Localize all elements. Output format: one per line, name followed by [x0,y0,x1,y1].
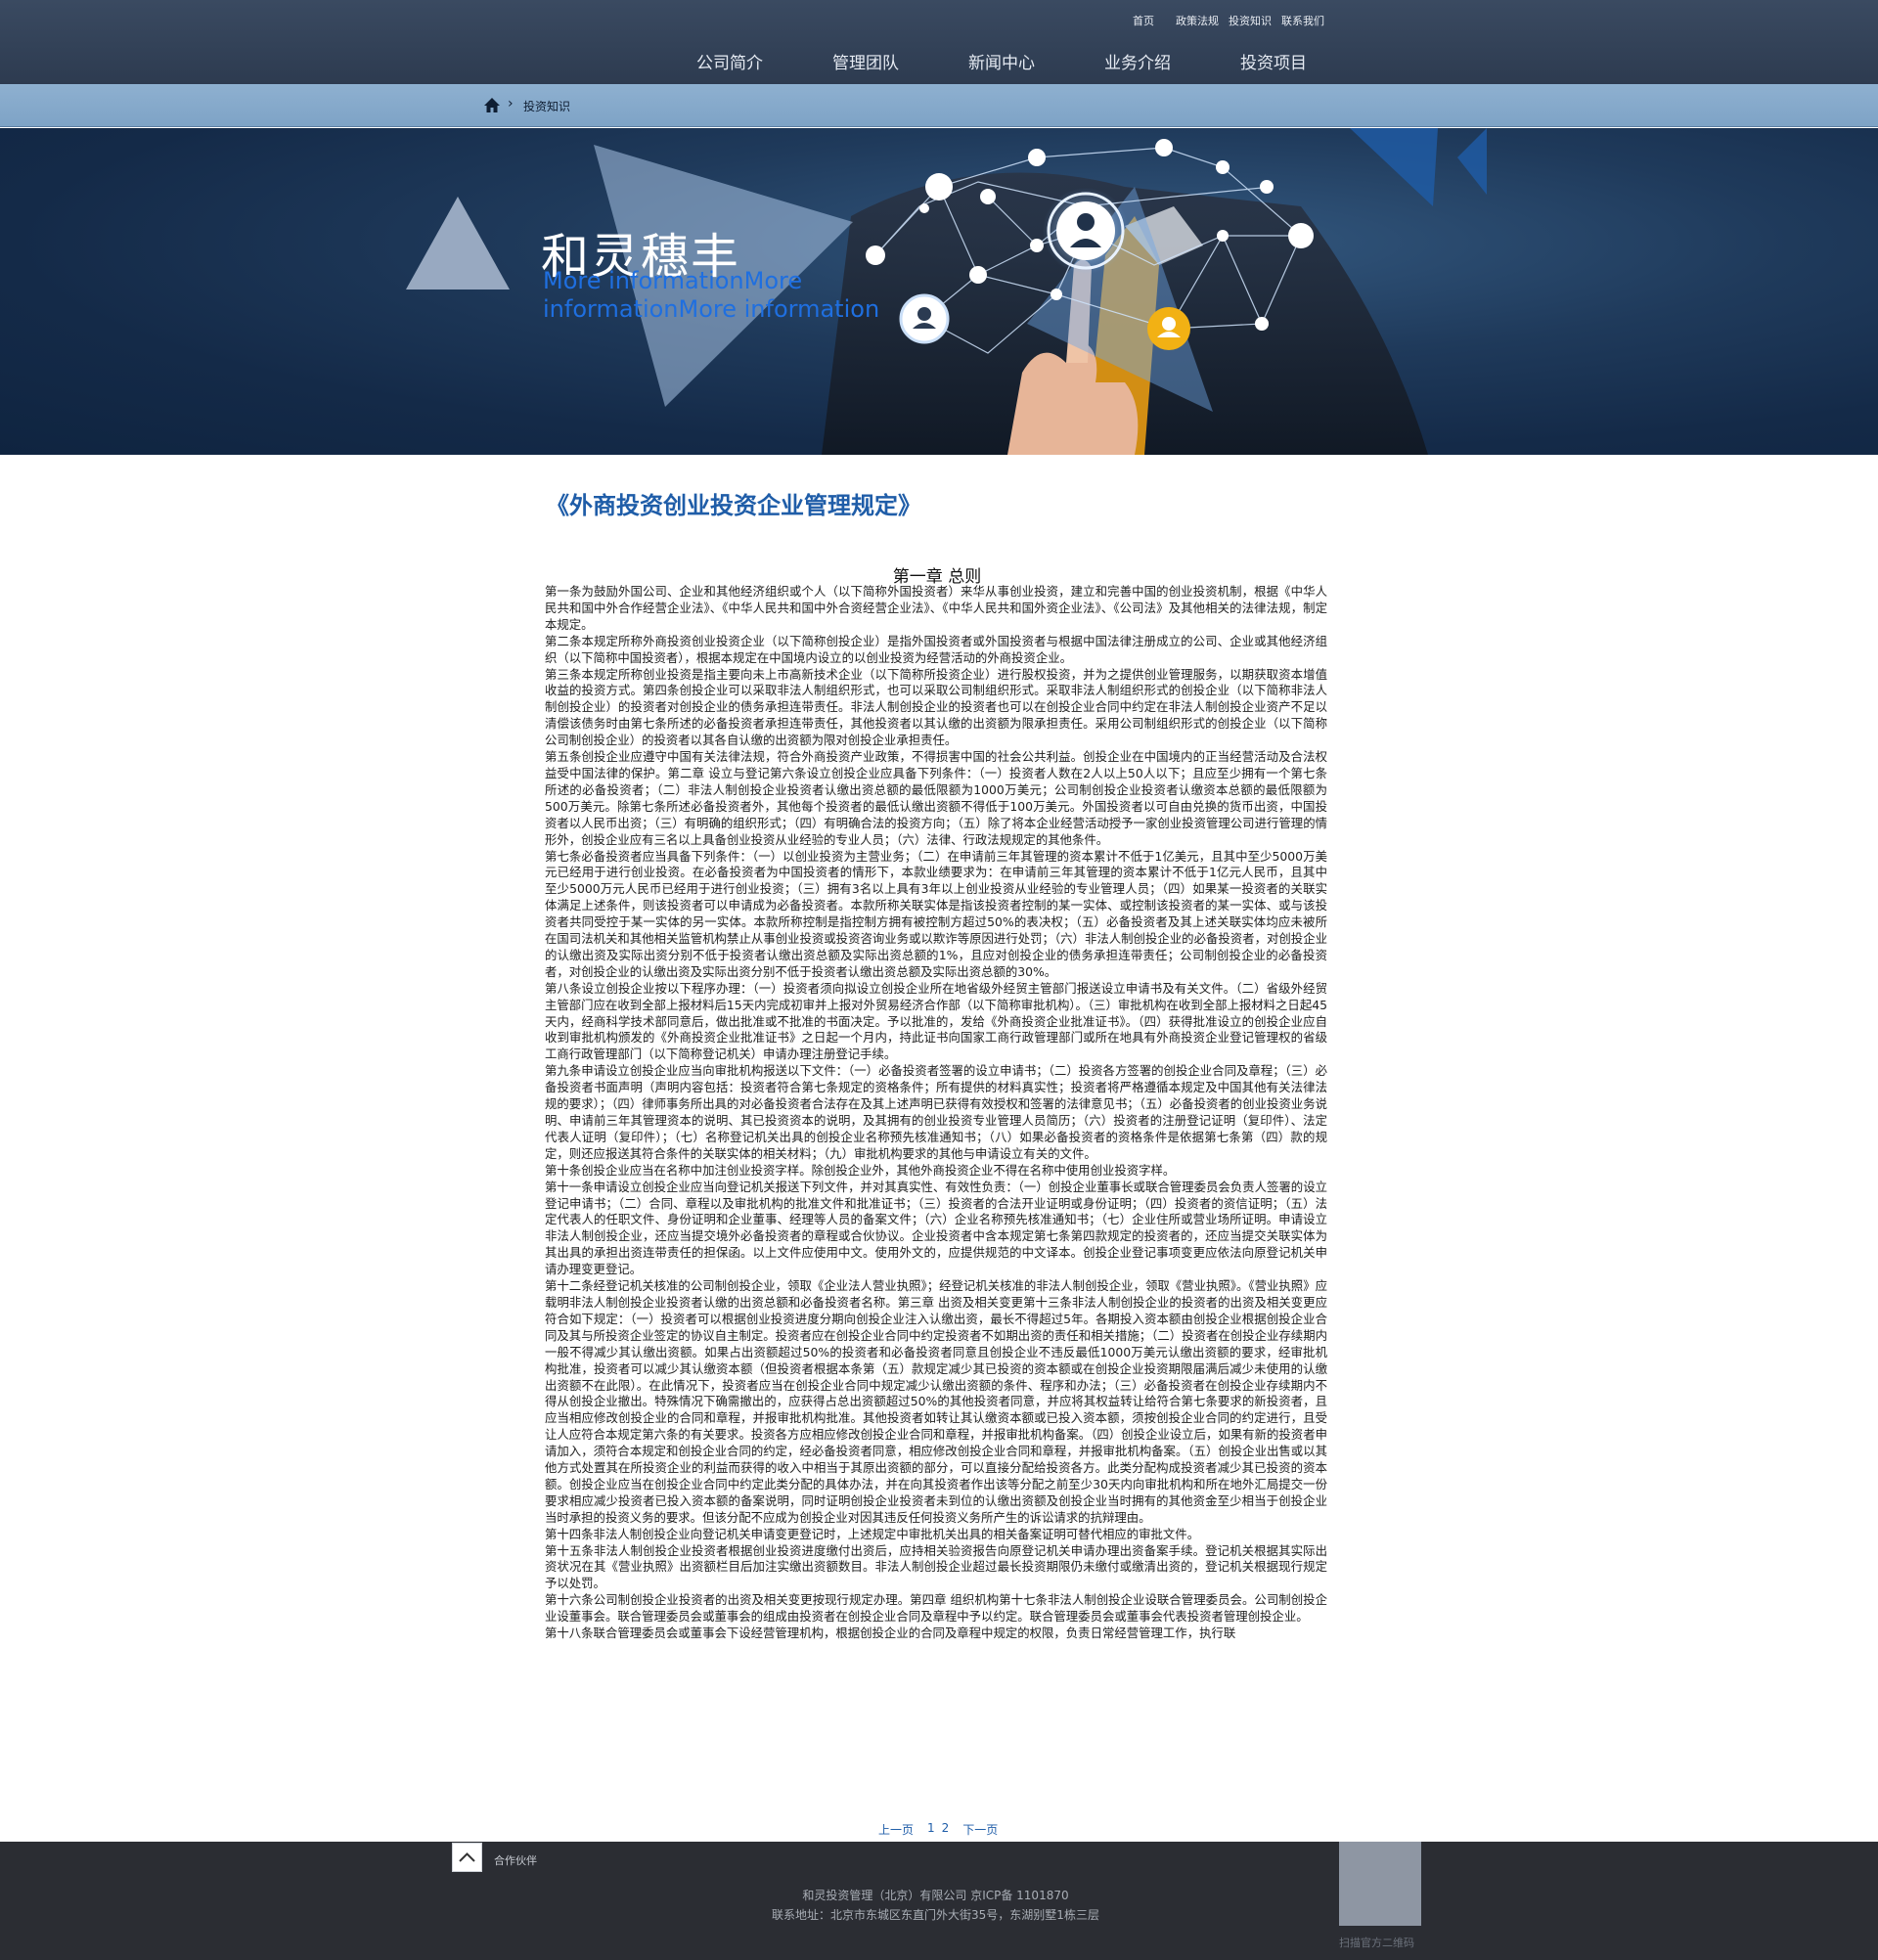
site-header: 首页 政策法规 投资知识 联系我们 公司简介 管理团队 新闻中心 业务介绍 投资… [0,0,1878,84]
qr-code-image [1339,1842,1421,1926]
home-icon[interactable] [483,97,501,114]
article-paragraph: 第十四条非法人制创投企业向登记机关申请变更登记时，上述规定中审批机关出具的相关备… [545,1526,1200,1541]
nav-item-about[interactable]: 公司简介 [696,49,832,73]
banner-subtitle: More informationMore informationMore inf… [543,267,880,323]
chevron-up-icon [459,1852,475,1862]
chevron-right-icon: › [508,96,514,111]
article-paragraph: 第十一条申请设立创投企业应当向登记机关报送下列文件，并对其真实性、有效性负责：（… [545,1179,1327,1277]
article-paragraph: 第十五条非法人制创投企业投资者根据创业投资进度缴付出资后，应持相关验资报告向原登… [545,1542,1327,1591]
nav-item-team[interactable]: 管理团队 [832,49,968,73]
top-link-contact[interactable]: 联系我们 [1281,13,1324,28]
breadcrumb: › 投资知识 [0,84,1878,127]
main-nav: 公司简介 管理团队 新闻中心 业务介绍 投资项目 [696,49,1376,73]
footer-info: 和灵投资管理（北京）有限公司 京ICP备 1101870 联系地址：北京市东城区… [685,1886,1186,1925]
nav-item-business[interactable]: 业务介绍 [1104,49,1240,73]
address-text: 联系地址：北京市东城区东直门外大街35号，东湖别墅1栋三层 [772,1908,1099,1922]
qr-code-label: 扫描官方二维码 [1339,1937,1414,1949]
article-paragraph: 第十六条公司制创投企业投资者的出资及相关变更按现行规定办理。第四章 组织机构第十… [545,1592,1327,1625]
pagination: 上一页 1 2 下一页 [878,1821,1011,1838]
article-paragraph: 第二条本规定所称外商投资创业投资企业（以下简称创投企业）是指外国投资者或外国投资… [545,633,1327,665]
article-paragraph: 第七条必备投资者应当具备下列条件：（一）以创业投资为主营业务；（二）在申请前三年… [545,848,1327,979]
article-title: 《外商投资创业投资企业管理规定》 [546,492,921,519]
article-paragraph: 第九条申请设立创投企业应当向审批机构报送以下文件：（一）必备投资者签署的设立申请… [545,1063,1327,1161]
copyright-text: 和灵投资管理（北京）有限公司 京ICP备 1101870 [802,1889,1069,1902]
page-link-1[interactable]: 1 [927,1821,935,1838]
breadcrumb-current[interactable]: 投资知识 [523,98,570,114]
article-paragraph: 第五条创投企业应遵守中国有关法律法规，符合外商投资产业政策，不得损害中国的社会公… [545,749,1327,847]
network-illustration [406,128,1487,455]
top-links: 首页 政策法规 投资知识 联系我们 [1133,13,1346,28]
article-paragraph: 第十二条经登记机关核准的公司制创投企业，领取《企业法人营业执照》；经登记机关核准… [545,1278,1327,1525]
nav-item-projects[interactable]: 投资项目 [1240,49,1376,73]
hero-banner: 和灵穗丰 More informationMore informationMor… [0,128,1878,455]
top-link-policy[interactable]: 政策法规 [1176,13,1219,28]
article-paragraph: 第三条本规定所称创业投资是指主要向未上市高新技术企业（以下简称所投资企业）进行股… [545,666,1327,748]
prev-page-link[interactable]: 上一页 [878,1821,914,1838]
top-link-knowledge[interactable]: 投资知识 [1229,13,1272,28]
next-page-link[interactable]: 下一页 [962,1821,998,1838]
article-paragraph: 第十八条联合管理委员会或董事会下设经营管理机构，根据创投企业的合同及章程中规定的… [545,1626,1236,1641]
partner-label[interactable]: 合作伙伴 [494,1852,537,1868]
article-paragraph: 第一条为鼓励外国公司、企业和其他经济组织或个人（以下简称外国投资者）来华从事创业… [545,584,1327,632]
top-link-home[interactable]: 首页 [1133,13,1154,28]
article-body: 第一条为鼓励外国公司、企业和其他经济组织或个人（以下简称外国投资者）来华从事创业… [545,584,1327,1642]
back-to-top-button[interactable] [452,1843,482,1872]
nav-item-news[interactable]: 新闻中心 [968,49,1104,73]
article-paragraph: 第八条设立创投企业按以下程序办理：（一）投资者须向拟设立创投企业所在地省级外经贸… [545,980,1327,1062]
page-link-2[interactable]: 2 [942,1821,950,1838]
article-paragraph: 第十条创投企业应当在名称中加注创业投资字样。除创投企业外，其他外商投资企业不得在… [545,1162,1176,1178]
